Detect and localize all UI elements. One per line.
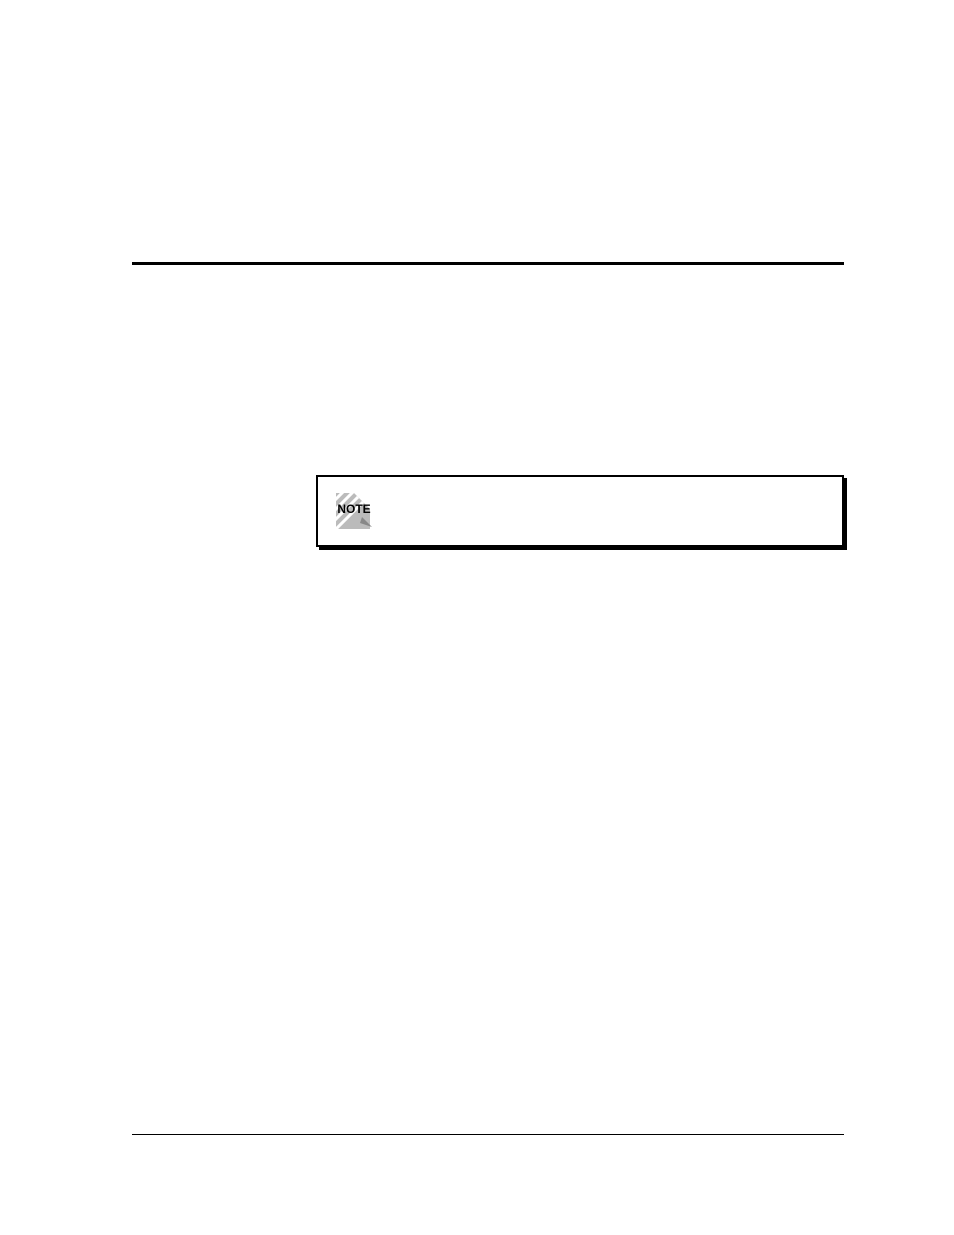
note-callout: NOTE [316, 475, 844, 547]
footer-rule [132, 1134, 844, 1135]
header-rule [132, 262, 844, 265]
note-label: NOTE [337, 502, 370, 516]
page: NOTE [0, 0, 954, 1235]
note-icon: NOTE [332, 489, 376, 533]
